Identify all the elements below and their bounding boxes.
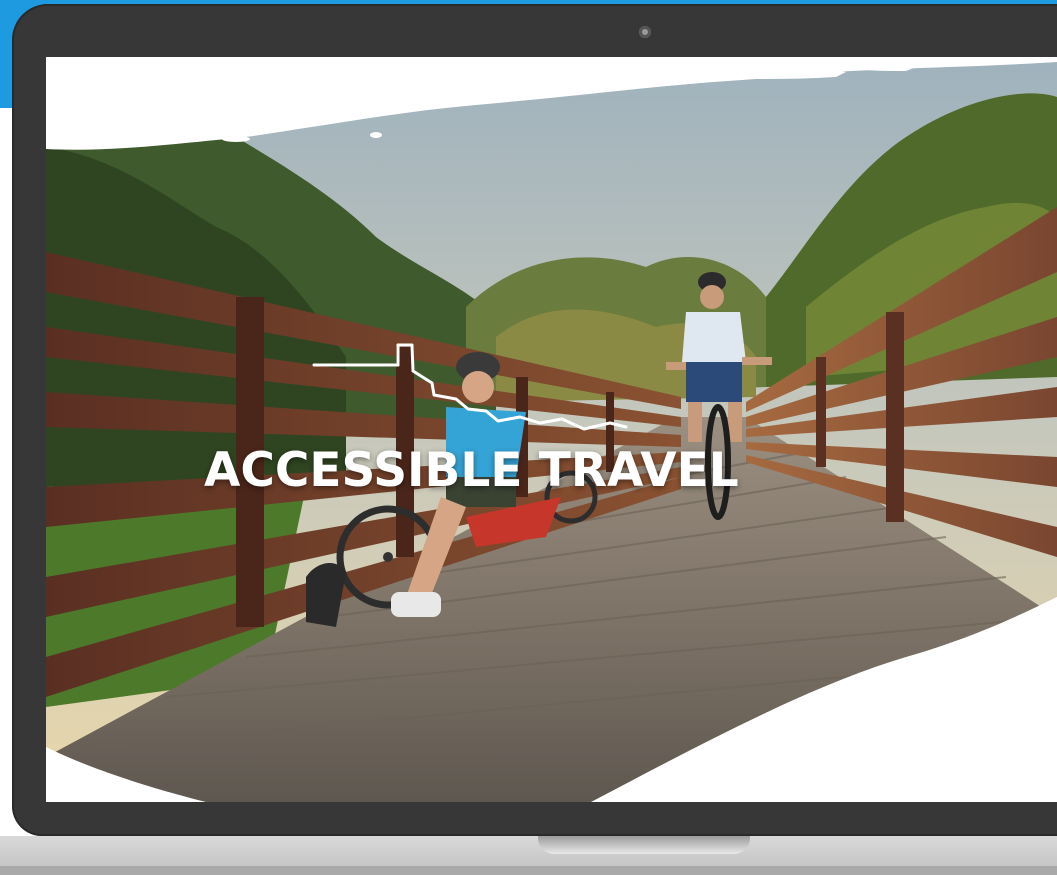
- page-stage: ACCESSIBLE TRAVEL: [0, 0, 1057, 875]
- laptop-screen: ACCESSIBLE TRAVEL: [46, 57, 1057, 802]
- webcam-icon: [639, 26, 651, 38]
- laptop-base: [0, 836, 1057, 866]
- laptop-base-edge: [0, 866, 1057, 875]
- hero-headline: ACCESSIBLE TRAVEL: [204, 443, 739, 498]
- state-outline-icon: [312, 343, 628, 431]
- laptop-hinge-notch: [538, 836, 750, 854]
